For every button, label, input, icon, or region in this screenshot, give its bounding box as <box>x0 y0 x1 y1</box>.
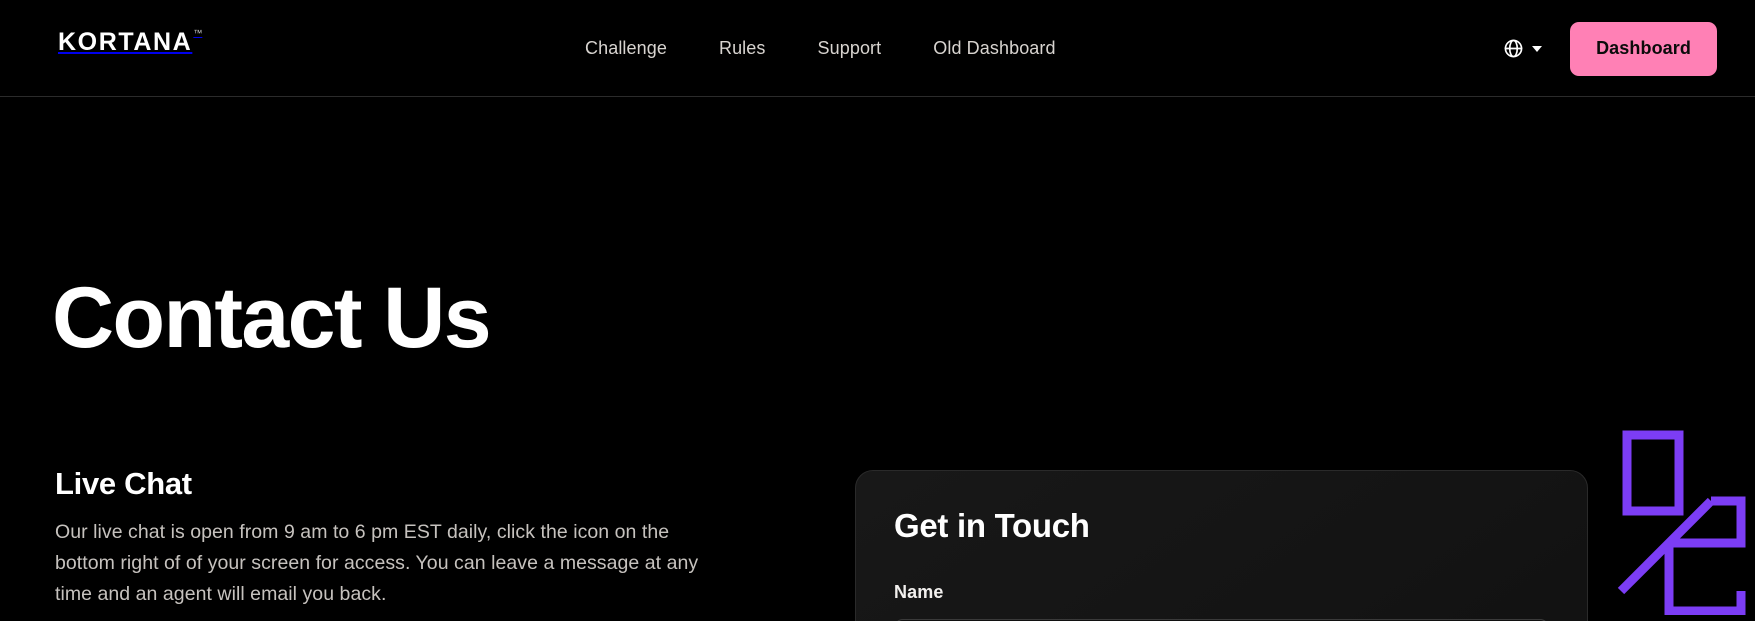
top-navigation-bar: KORTANA ™ Challenge Rules Support Old Da… <box>0 0 1755 97</box>
nav-right-group: Dashboard <box>1503 0 1717 97</box>
primary-nav: Challenge Rules Support Old Dashboard <box>585 0 1056 97</box>
globe-icon <box>1503 38 1524 59</box>
name-field-label: Name <box>894 582 944 602</box>
kortana-mark-logo <box>1607 415 1747 620</box>
live-chat-description: Our live chat is open from 9 am to 6 pm … <box>55 521 699 606</box>
brand-name: KORTANA <box>58 28 193 56</box>
nav-link-challenge[interactable]: Challenge <box>585 38 667 59</box>
live-chat-section: Live Chat Our live chat is open from 9 a… <box>55 466 715 611</box>
form-title: Get in Touch <box>894 507 1090 544</box>
live-chat-heading: Live Chat <box>55 466 192 501</box>
get-in-touch-card: Get in Touch Name <box>855 470 1588 621</box>
nav-link-support[interactable]: Support <box>818 38 882 59</box>
chevron-down-icon <box>1532 45 1543 52</box>
dashboard-button[interactable]: Dashboard <box>1570 21 1717 76</box>
brand-logo[interactable]: KORTANA ™ <box>58 28 203 56</box>
trademark-symbol: ™ <box>193 28 203 38</box>
language-selector[interactable] <box>1503 38 1543 59</box>
page-title: Contact Us <box>52 270 492 366</box>
nav-link-old-dashboard[interactable]: Old Dashboard <box>933 38 1055 59</box>
nav-link-rules[interactable]: Rules <box>719 38 766 59</box>
contact-page: Contact Us Live Chat Our live chat is op… <box>0 97 1755 621</box>
